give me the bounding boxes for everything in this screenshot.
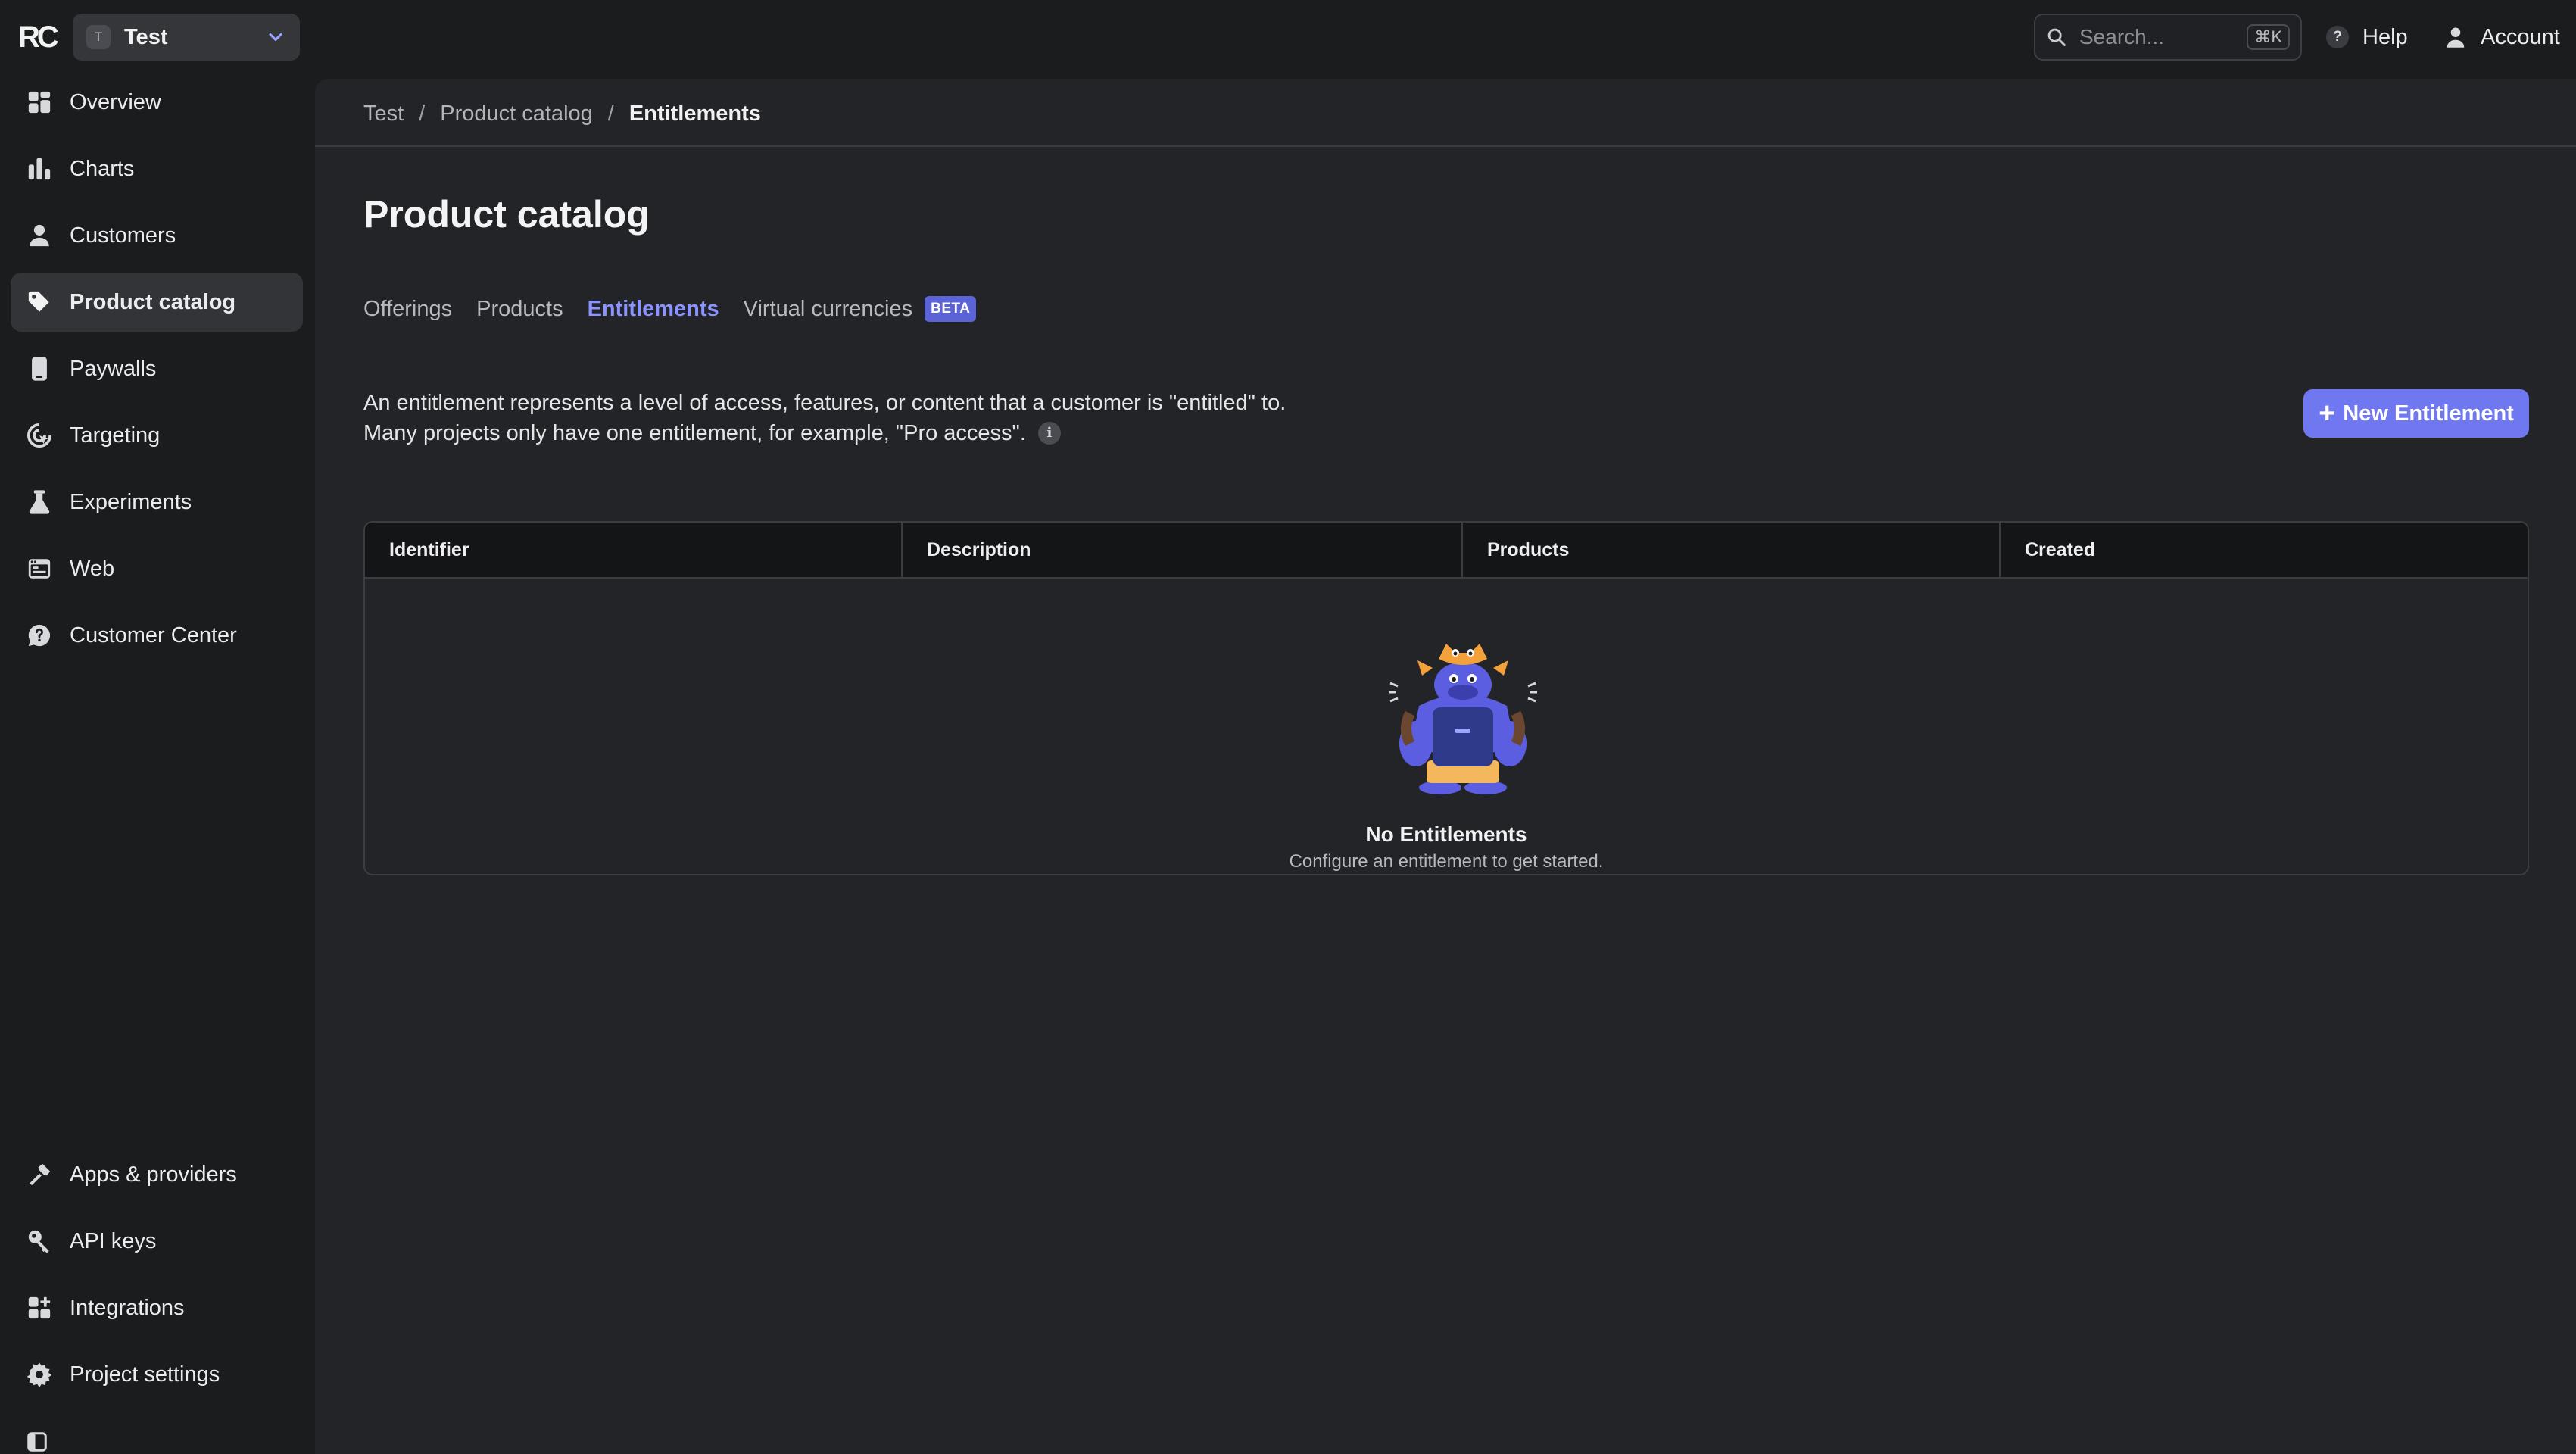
sidebar-item-label: Charts [70, 156, 135, 181]
sidebar-item-label: Project settings [70, 1362, 220, 1387]
entitlements-description: An entitlement represents a level of acc… [363, 388, 1286, 448]
chevron-down-icon [269, 33, 282, 42]
column-header-description[interactable]: Description [903, 523, 1463, 577]
sidebar-item-label: Web [70, 556, 115, 581]
phone-icon [26, 355, 53, 382]
tab-virtual-currencies[interactable]: Virtual currencies [744, 297, 913, 322]
empty-state: No Entitlements Configure an entitlement… [365, 580, 2528, 874]
tab-entitlements[interactable]: Entitlements [588, 297, 719, 322]
sidebar-item-label: Integrations [70, 1295, 185, 1320]
target-icon [26, 422, 53, 449]
sidebar-item-label: Customers [70, 223, 176, 248]
sidebar-item-label: Apps & providers [70, 1162, 237, 1187]
revenuecat-logo[interactable]: RC [18, 20, 59, 55]
sidebar-item-customers[interactable]: Customers [11, 206, 303, 265]
empty-state-title: No Entitlements [1365, 822, 1527, 846]
sidebar-item-project-settings[interactable]: Project settings [11, 1345, 303, 1404]
search-icon [2047, 28, 2066, 46]
project-switcher[interactable]: T Test [73, 14, 300, 61]
sidebar-item-apps-providers[interactable]: Apps & providers [11, 1145, 303, 1204]
breadcrumb-current: Entitlements [628, 101, 761, 126]
empty-state-subtitle: Configure an entitlement to get started. [1289, 851, 1604, 872]
project-name: Test [124, 24, 168, 49]
account-button[interactable]: Account [2444, 20, 2560, 55]
sidebar-item-label: Experiments [70, 489, 192, 514]
sidebar-bottom-nav: Apps & providers API keys Integrations P… [11, 1145, 303, 1412]
sidebar-item-paywalls[interactable]: Paywalls [11, 339, 303, 398]
sidebar-item-label: Targeting [70, 423, 161, 448]
beta-badge: BETA [925, 296, 977, 322]
plus-icon: + [2319, 398, 2336, 429]
sidebar-item-charts[interactable]: Charts [11, 139, 303, 198]
sidebar-item-experiments[interactable]: Experiments [11, 473, 303, 532]
sidebar-item-label: Overview [70, 89, 161, 114]
sidebar-item-integrations[interactable]: Integrations [11, 1278, 303, 1337]
integrations-icon [26, 1294, 53, 1321]
mascot-illustration [1389, 644, 1537, 794]
breadcrumb-item-product-catalog[interactable]: Product catalog [440, 101, 593, 126]
project-avatar: T [86, 25, 111, 49]
column-header-products[interactable]: Products [1463, 523, 2001, 577]
description-line-2-row: Many projects only have one entitlement,… [363, 418, 1286, 448]
help-label: Help [2362, 24, 2408, 49]
entitlements-table: Identifier Description Products Created [363, 521, 2529, 875]
user-icon [2447, 27, 2465, 48]
tag-icon [26, 289, 53, 316]
key-icon [26, 1228, 53, 1255]
new-entitlement-button[interactable]: + New Entitlement [2303, 389, 2529, 438]
sidebar-item-product-catalog[interactable]: Product catalog [11, 273, 303, 332]
search-box[interactable]: Search... ⌘K [2034, 14, 2302, 61]
app-root: RC T Test Overview Charts Customers Prod… [0, 0, 2576, 1454]
account-label: Account [2481, 24, 2560, 49]
support-icon [26, 622, 53, 649]
sidebar-item-label: API keys [70, 1228, 157, 1253]
sidebar-item-label: Paywalls [70, 356, 157, 381]
new-entitlement-label: New Entitlement [2343, 401, 2514, 426]
hammer-icon [26, 1161, 53, 1188]
breadcrumb-separator: / [607, 101, 614, 126]
browser-icon [26, 555, 53, 582]
sidebar: RC T Test Overview Charts Customers Prod… [0, 0, 315, 1454]
bar-chart-icon [26, 155, 53, 183]
flask-icon [26, 488, 53, 516]
page-title: Product catalog [363, 193, 650, 236]
tab-products[interactable]: Products [476, 297, 563, 322]
breadcrumb-divider [315, 145, 2576, 147]
sidebar-item-label: Customer Center [70, 622, 237, 647]
grid-icon [26, 89, 53, 116]
breadcrumb-separator: / [419, 101, 426, 126]
sidebar-item-customer-center[interactable]: Customer Center [11, 606, 303, 665]
column-header-identifier[interactable]: Identifier [365, 523, 903, 577]
main-panel: Test / Product catalog / Entitlements Pr… [315, 79, 2576, 1454]
tab-offerings[interactable]: Offerings [363, 297, 452, 322]
sidebar-item-targeting[interactable]: Targeting [11, 406, 303, 465]
info-icon[interactable]: i [1037, 422, 1061, 445]
sidebar-nav: Overview Charts Customers Product catalo… [11, 73, 303, 672]
gear-icon [26, 1361, 53, 1388]
sidebar-item-web[interactable]: Web [11, 539, 303, 598]
table-header: Identifier Description Products Created [365, 523, 2528, 579]
sidebar-toggle-icon[interactable] [26, 1430, 48, 1454]
column-header-created[interactable]: Created [2001, 523, 2528, 577]
breadcrumb-item-test[interactable]: Test [363, 101, 404, 126]
breadcrumb: Test / Product catalog / Entitlements [363, 98, 761, 129]
help-button[interactable]: ? Help [2326, 20, 2408, 55]
help-icon: ? [2326, 26, 2349, 48]
sidebar-item-label: Product catalog [70, 289, 236, 314]
description-line-2: Many projects only have one entitlement,… [363, 421, 1026, 445]
sidebar-item-api-keys[interactable]: API keys [11, 1212, 303, 1271]
sidebar-item-overview[interactable]: Overview [11, 73, 303, 132]
description-line-1: An entitlement represents a level of acc… [363, 391, 1286, 415]
search-input[interactable]: Search... [2079, 25, 2247, 49]
search-shortcut-hint: ⌘K [2247, 24, 2290, 50]
user-icon [26, 222, 53, 249]
tab-bar: Offerings Products Entitlements Virtual … [363, 291, 977, 327]
